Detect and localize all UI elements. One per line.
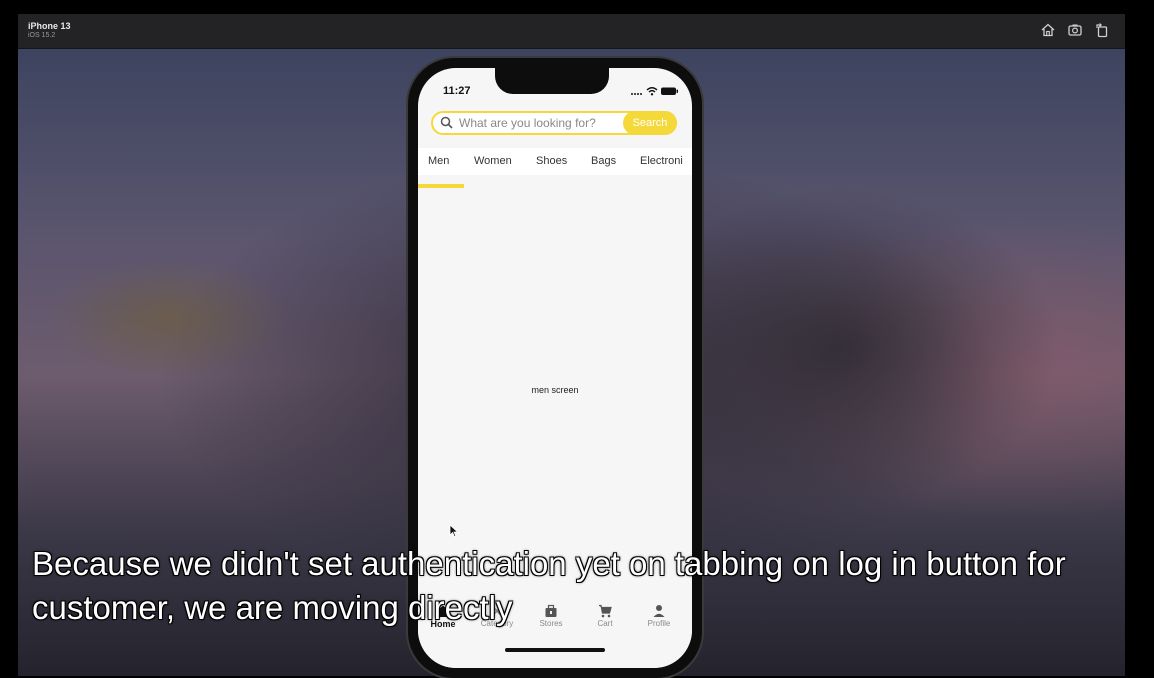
os-version: iOS 15.2: [28, 32, 56, 39]
screenshot-icon[interactable]: [1067, 22, 1083, 38]
tab-bags[interactable]: Bags: [591, 155, 616, 167]
battery-icon: [661, 87, 678, 95]
subtitle-line-1: Because we didn't set authentication yet…: [32, 545, 1066, 582]
status-icons: [631, 87, 678, 96]
home-icon[interactable]: [1040, 22, 1056, 38]
tab-electronics[interactable]: Electroni: [640, 155, 683, 167]
mouse-cursor-icon: [449, 524, 459, 538]
simulator-title-bar: iPhone 13 iOS 15.2: [18, 14, 1125, 49]
category-tabs: Men Women Shoes Bags Electroni: [418, 148, 692, 175]
cellular-icon: [631, 93, 642, 95]
rotate-icon[interactable]: [1094, 22, 1110, 38]
tab-men[interactable]: Men: [428, 155, 449, 167]
search-icon: [440, 116, 453, 129]
video-subtitle: Because we didn't set authentication yet…: [32, 542, 1132, 630]
subtitle-line-2: customer, we are moving directly: [32, 589, 513, 626]
wifi-icon: [646, 87, 658, 96]
search-input[interactable]: [459, 115, 619, 131]
tab-women[interactable]: Women: [474, 155, 512, 167]
status-time: 11:27: [443, 85, 471, 97]
home-indicator: [505, 648, 605, 652]
tab-shoes[interactable]: Shoes: [536, 155, 567, 167]
phone-notch: [495, 68, 609, 94]
device-name: iPhone 13: [28, 21, 71, 31]
selected-tab-indicator: [418, 184, 464, 188]
screen-content-label: men screen: [531, 385, 579, 395]
search-bar: Search: [431, 111, 677, 135]
search-button[interactable]: Search: [623, 111, 677, 135]
